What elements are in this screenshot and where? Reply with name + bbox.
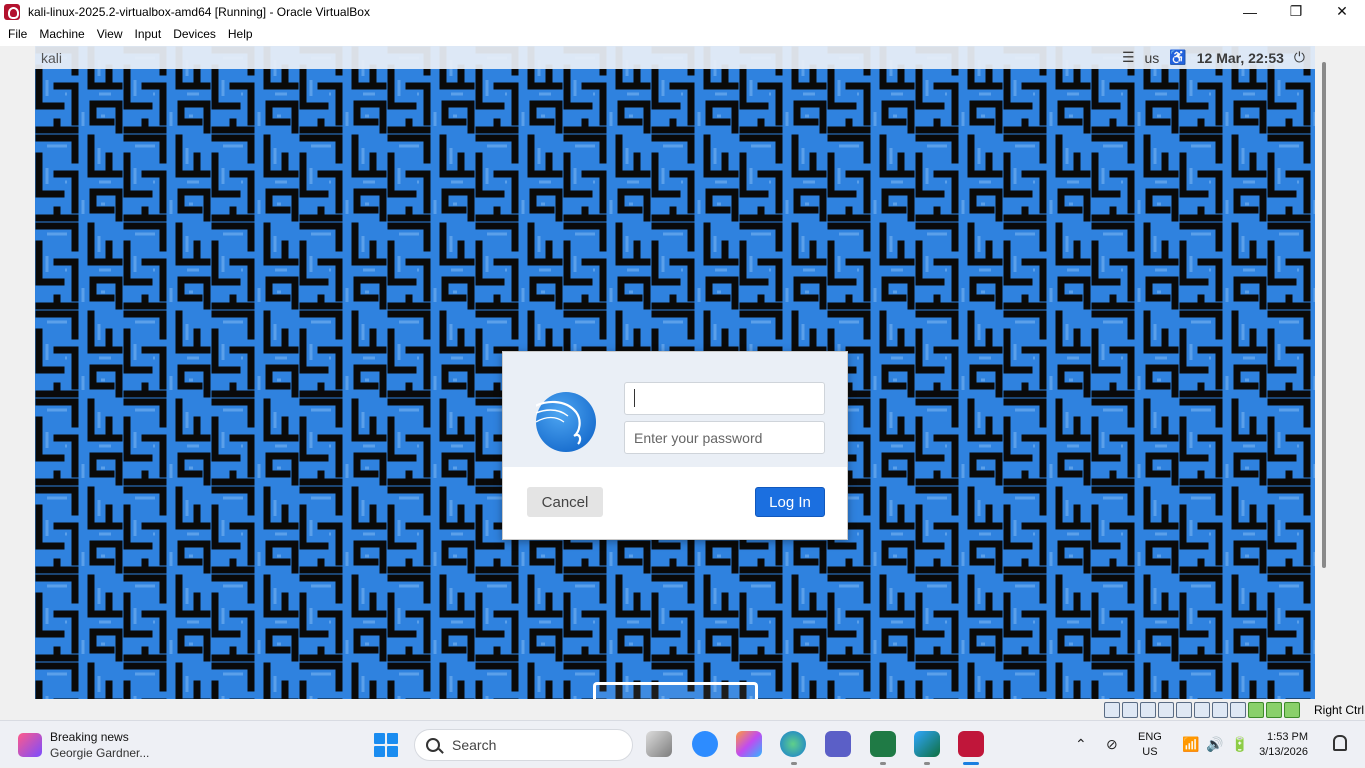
hamburger-icon[interactable]: ☰ — [1122, 49, 1135, 66]
host-key-label[interactable]: Right Ctrl — [1314, 703, 1364, 717]
menu-help[interactable]: Help — [222, 23, 259, 46]
taskbar-search[interactable]: Search — [414, 729, 633, 761]
minimize-button[interactable]: — — [1227, 0, 1273, 23]
datetime-label[interactable]: 12 Mar, 22:53 — [1197, 50, 1284, 66]
menubar: File Machine View Input Devices Help — [0, 23, 1365, 46]
no-location-icon[interactable]: ⊘ — [1106, 721, 1118, 768]
hard-disk-icon[interactable] — [1104, 702, 1120, 718]
login-dialog: Cancel Log In — [502, 351, 848, 540]
menu-input[interactable]: Input — [129, 23, 168, 46]
menu-file[interactable]: File — [2, 23, 33, 46]
hostname-label: kali — [41, 49, 63, 66]
show-hidden-icons[interactable]: ⌃ — [1075, 721, 1087, 768]
vertical-scrollbar[interactable] — [1322, 62, 1326, 568]
search-placeholder: Search — [452, 737, 497, 753]
volume-icon[interactable]: 🔊 — [1206, 721, 1223, 768]
clock-date: 3/13/2026 — [1259, 746, 1308, 758]
news-icon — [18, 733, 42, 757]
copilot-icon[interactable] — [736, 731, 762, 757]
accessibility-icon[interactable]: ♿ — [1169, 49, 1186, 66]
menu-machine[interactable]: Machine — [33, 23, 90, 46]
zoom-icon[interactable] — [692, 731, 718, 757]
shared-folders-icon[interactable] — [1194, 702, 1210, 718]
notification-bell-icon[interactable] — [1333, 735, 1347, 751]
hidden-panel-edge — [593, 682, 758, 699]
audio-icon[interactable] — [1140, 702, 1156, 718]
edge-icon[interactable] — [780, 731, 806, 757]
virtualbox-app-icon — [4, 3, 20, 20]
vs-code-icon[interactable] — [914, 731, 940, 757]
guest-top-panel: kali ☰ us ♿ 12 Mar, 22:53 ⏻ — [35, 46, 1315, 69]
network-icon[interactable] — [1158, 702, 1174, 718]
cancel-button[interactable]: Cancel — [527, 487, 603, 517]
news-widget[interactable]: Breaking news Georgie Gardner... — [18, 730, 149, 760]
news-subtitle: Georgie Gardner... — [50, 746, 150, 760]
task-view-icon[interactable] — [646, 731, 672, 757]
window-title: kali-linux-2025.2-virtualbox-amd64 [Runn… — [28, 4, 370, 19]
virtualbox-icon[interactable] — [958, 731, 984, 757]
power-icon[interactable]: ⏻ — [1294, 49, 1305, 66]
windows-taskbar: Breaking news Georgie Gardner... Search … — [0, 720, 1365, 767]
battery-icon[interactable]: 🔋 — [1231, 721, 1248, 768]
vbox-status-bar: Right Ctrl — [0, 700, 1365, 720]
keyboard-layout-indicator[interactable]: us — [1145, 50, 1160, 66]
mouse-integration-icon[interactable] — [1266, 702, 1282, 718]
usb-icon[interactable] — [1176, 702, 1192, 718]
display-icon[interactable] — [1212, 702, 1228, 718]
language-code: ENG — [1138, 731, 1162, 743]
language-region: US — [1142, 746, 1158, 758]
excel-running-indicator — [880, 762, 886, 765]
login-button[interactable]: Log In — [755, 487, 825, 517]
edge-running-indicator — [791, 762, 797, 765]
password-field[interactable] — [624, 421, 825, 454]
menu-devices[interactable]: Devices — [167, 23, 222, 46]
excel-icon[interactable] — [870, 731, 896, 757]
optical-drive-icon[interactable] — [1122, 702, 1138, 718]
cpu-icon[interactable] — [1248, 702, 1264, 718]
menu-view[interactable]: View — [91, 23, 129, 46]
kali-dragon-logo — [527, 392, 596, 452]
clock-time: 1:53 PM — [1267, 731, 1308, 743]
keyboard-icon[interactable] — [1284, 702, 1300, 718]
input-language[interactable]: ENG US — [1138, 730, 1162, 760]
text-cursor — [634, 389, 635, 407]
virtualbox-active-indicator — [963, 762, 979, 765]
close-button[interactable]: ✕ — [1319, 0, 1365, 23]
guest-screen[interactable]: kali ☰ us ♿ 12 Mar, 22:53 ⏻ Cancel Log I… — [35, 46, 1315, 699]
start-button[interactable] — [374, 733, 398, 757]
vscode-running-indicator — [924, 762, 930, 765]
maximize-button[interactable]: ❐ — [1273, 0, 1319, 23]
news-title: Breaking news — [50, 730, 129, 744]
recording-icon[interactable] — [1230, 702, 1246, 718]
search-icon — [426, 738, 440, 752]
window-titlebar: kali-linux-2025.2-virtualbox-amd64 [Runn… — [0, 0, 1365, 23]
system-clock[interactable]: 1:53 PM 3/13/2026 — [1259, 730, 1308, 760]
username-field[interactable] — [624, 382, 825, 415]
teams-icon[interactable] — [825, 731, 851, 757]
wifi-icon[interactable]: 📶 — [1182, 721, 1199, 768]
